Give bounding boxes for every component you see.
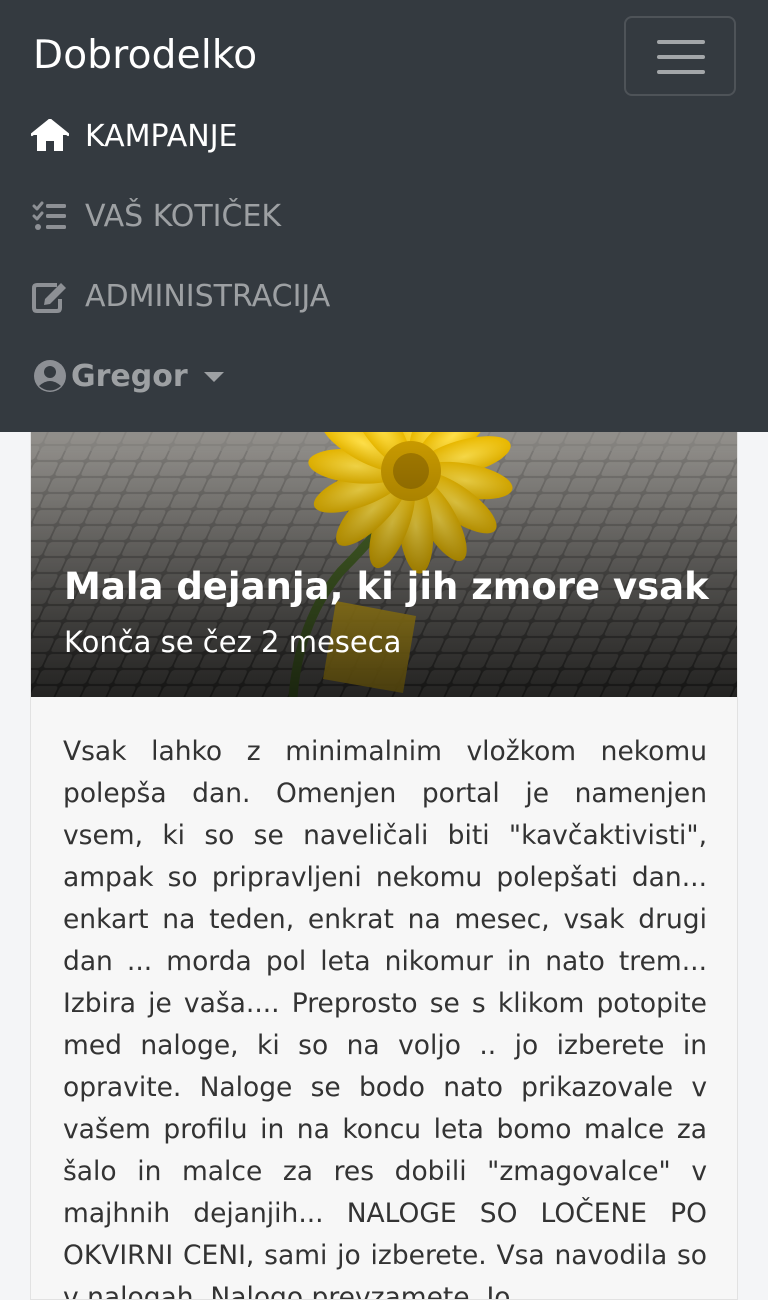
navbar: Dobrodelko KAMPANJE VAŠ KOTIČEK ADMINIST… [0, 0, 768, 432]
nav-label-vas-koticek: VAŠ KOTIČEK [85, 198, 282, 234]
nav-item-kampanje[interactable]: KAMPANJE [31, 110, 238, 162]
user-dropdown-toggle[interactable]: Gregor [31, 350, 224, 402]
edit-icon [31, 277, 69, 315]
navbar-toggler-button[interactable] [624, 16, 736, 96]
tasks-icon [31, 197, 69, 235]
campaign-description: Vsak lahko z minimalnim vložkom nekomu p… [63, 736, 707, 1300]
campaign-card[interactable]: Mala dejanja, ki jih zmore vsak Konča se… [30, 300, 738, 1300]
campaign-deadline: Konča se čez 2 meseca [64, 625, 402, 659]
nav-item-vas-koticek[interactable]: VAŠ KOTIČEK [31, 190, 281, 242]
chevron-down-icon [203, 372, 224, 382]
user-circle-icon [31, 357, 69, 395]
home-icon [31, 117, 69, 155]
nav-label-kampanje: KAMPANJE [85, 118, 238, 154]
user-name-label: Gregor [71, 358, 188, 394]
nav-item-administracija[interactable]: ADMINISTRACIJA [31, 270, 330, 322]
brand-link[interactable]: Dobrodelko [33, 30, 257, 82]
nav-label-administracija: ADMINISTRACIJA [85, 278, 331, 314]
campaign-title[interactable]: Mala dejanja, ki jih zmore vsak [64, 564, 709, 610]
